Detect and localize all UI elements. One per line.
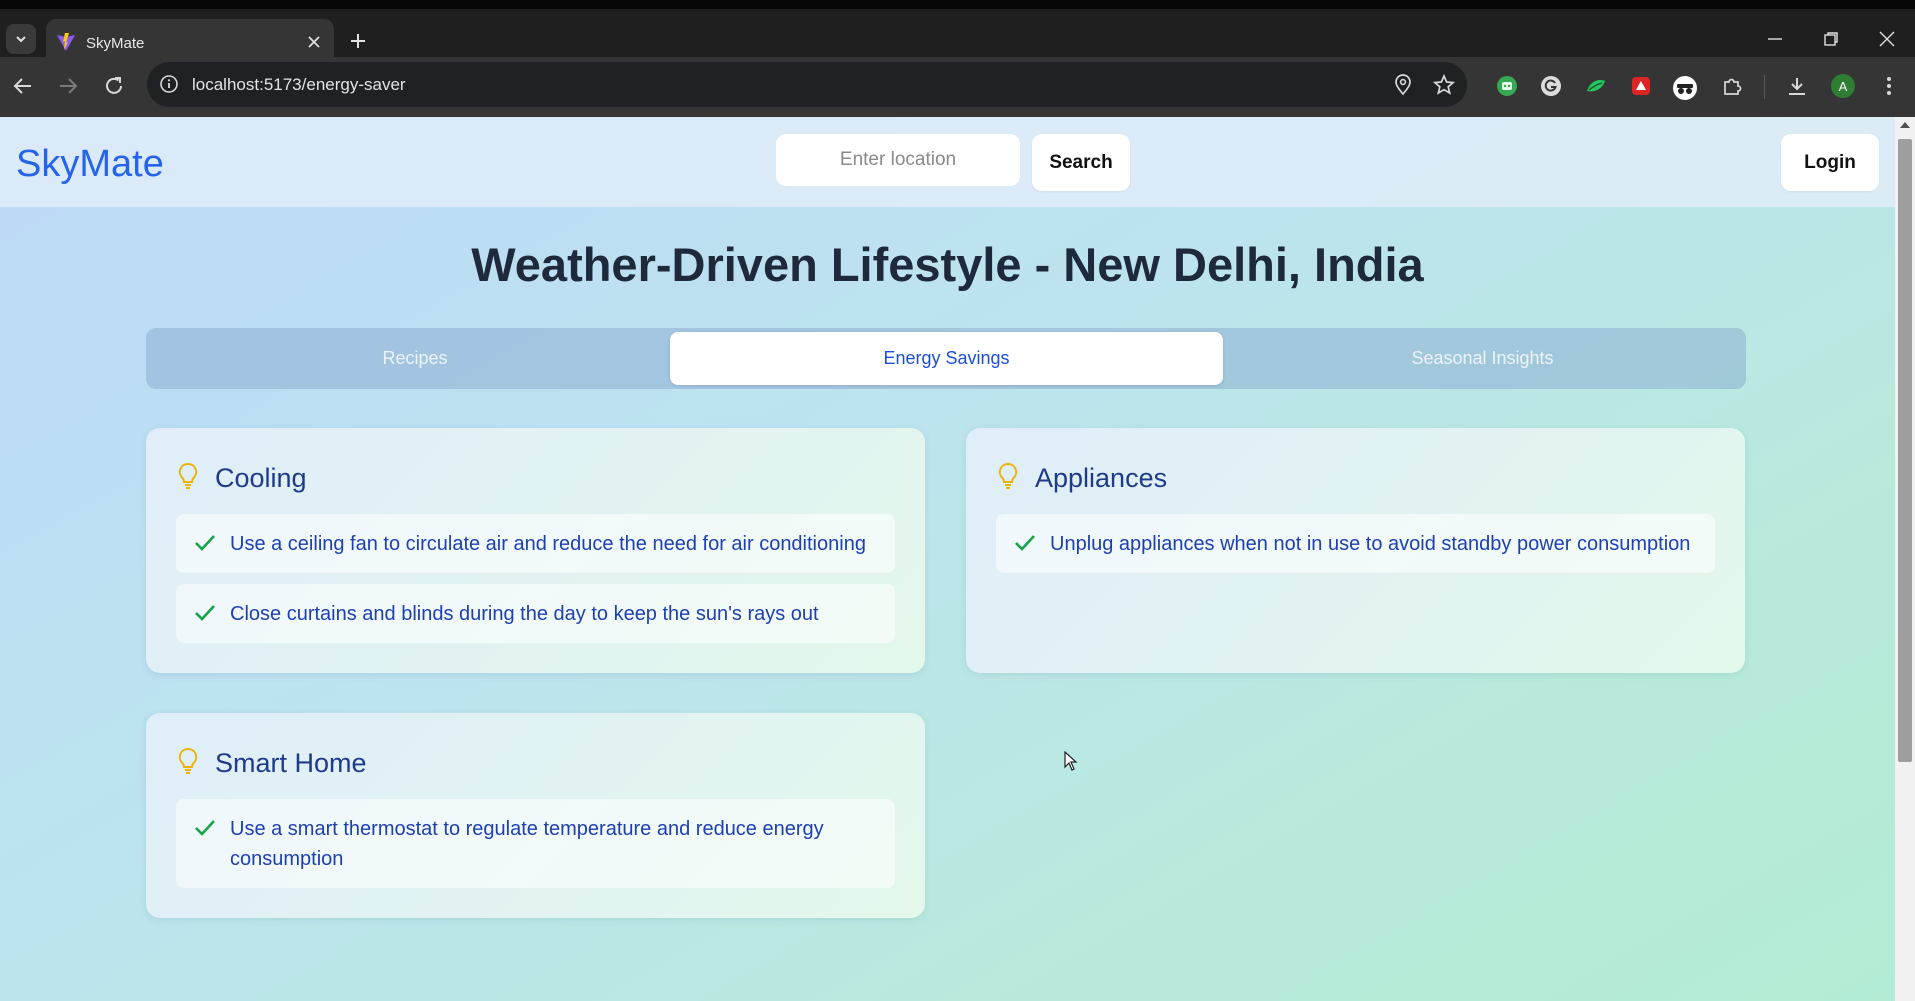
tab-energy-savings[interactable]: Energy Savings — [670, 332, 1223, 385]
lightbulb-icon — [998, 462, 1018, 489]
back-icon[interactable] — [12, 75, 34, 97]
extensions-puzzle-icon[interactable] — [1721, 75, 1743, 97]
downloads-icon[interactable] — [1786, 75, 1808, 97]
tab-seasonal-insights[interactable]: Seasonal Insights — [1223, 332, 1742, 385]
site-header: SkyMate Search Login — [0, 117, 1895, 207]
extension-leaf-icon[interactable] — [1585, 75, 1607, 97]
extension-red-icon[interactable] — [1630, 75, 1652, 97]
window-close-icon[interactable] — [1879, 31, 1895, 47]
vite-favicon-icon — [57, 33, 75, 51]
energy-card-smart-home: Smart Home Use a smart thermostat to reg… — [146, 713, 925, 918]
page-scrollbar[interactable] — [1895, 117, 1915, 1001]
tip-text: Use a smart thermostat to regulate tempe… — [230, 818, 824, 870]
address-url[interactable]: localhost:5173/energy-saver — [192, 75, 406, 95]
tab-close-button[interactable] — [304, 32, 324, 52]
search-button[interactable]: Search — [1032, 134, 1130, 191]
grammarly-icon[interactable] — [1540, 75, 1562, 97]
tab-search-button[interactable] — [6, 24, 36, 54]
tip-text: Use a ceiling fan to circulate air and r… — [230, 533, 866, 555]
site-logo[interactable]: SkyMate — [16, 143, 164, 186]
profile-avatar[interactable]: A — [1831, 74, 1855, 98]
page-title: Weather-Driven Lifestyle - New Delhi, In… — [471, 238, 1424, 291]
card-title: Appliances — [1035, 463, 1168, 493]
check-icon — [1015, 535, 1035, 551]
check-icon — [195, 820, 215, 836]
location-search-input[interactable] — [776, 134, 1020, 186]
bookmark-star-icon[interactable] — [1433, 74, 1455, 96]
card-title: Smart Home — [215, 748, 367, 778]
page-viewport: SkyMate Search Login Weather-Driven Life… — [0, 117, 1895, 1001]
tip-text: Close curtains and blinds during the day… — [230, 603, 819, 625]
menu-kebab-icon[interactable] — [1882, 75, 1896, 97]
extension-spy-icon[interactable] — [1672, 75, 1698, 101]
tab-title: SkyMate — [86, 35, 145, 52]
tip-item: Unplug appliances when not in use to avo… — [996, 514, 1715, 573]
browser-toolbar: localhost:5173/energy-saver A — [0, 57, 1915, 117]
minimize-icon[interactable] — [1767, 31, 1783, 47]
reload-icon[interactable] — [103, 75, 125, 97]
tip-text: Unplug appliances when not in use to avo… — [1050, 533, 1691, 555]
new-tab-button[interactable] — [350, 33, 366, 49]
mouse-cursor-icon — [1064, 751, 1078, 771]
card-title: Cooling — [215, 463, 307, 493]
scrollbar-thumb[interactable] — [1898, 139, 1912, 762]
scroll-up-arrow-icon[interactable] — [1900, 121, 1910, 129]
browser-tabstrip: SkyMate — [0, 0, 1915, 66]
tip-item: Use a smart thermostat to regulate tempe… — [176, 799, 895, 888]
login-button[interactable]: Login — [1781, 134, 1879, 191]
lightbulb-icon — [178, 462, 198, 489]
extension-robot-icon[interactable] — [1496, 75, 1518, 97]
chevron-down-icon — [16, 36, 26, 43]
restore-icon[interactable] — [1823, 31, 1839, 47]
tip-item: Close curtains and blinds during the day… — [176, 584, 895, 643]
toolbar-divider — [1764, 75, 1765, 99]
lifestyle-tabs: Recipes Energy Savings Seasonal Insights — [146, 328, 1746, 389]
site-info-icon[interactable] — [159, 74, 179, 94]
address-bar[interactable]: localhost:5173/energy-saver — [147, 62, 1467, 107]
forward-icon[interactable] — [57, 75, 79, 97]
check-icon — [195, 535, 215, 551]
energy-card-cooling: Cooling Use a ceiling fan to circulate a… — [146, 428, 925, 673]
close-icon — [308, 36, 320, 48]
lightbulb-icon — [178, 747, 198, 774]
check-icon — [195, 605, 215, 621]
location-pin-icon[interactable] — [1393, 74, 1413, 96]
tip-item: Use a ceiling fan to circulate air and r… — [176, 514, 895, 573]
energy-card-appliances: Appliances Unplug appliances when not in… — [966, 428, 1745, 673]
tab-recipes[interactable]: Recipes — [150, 332, 680, 385]
